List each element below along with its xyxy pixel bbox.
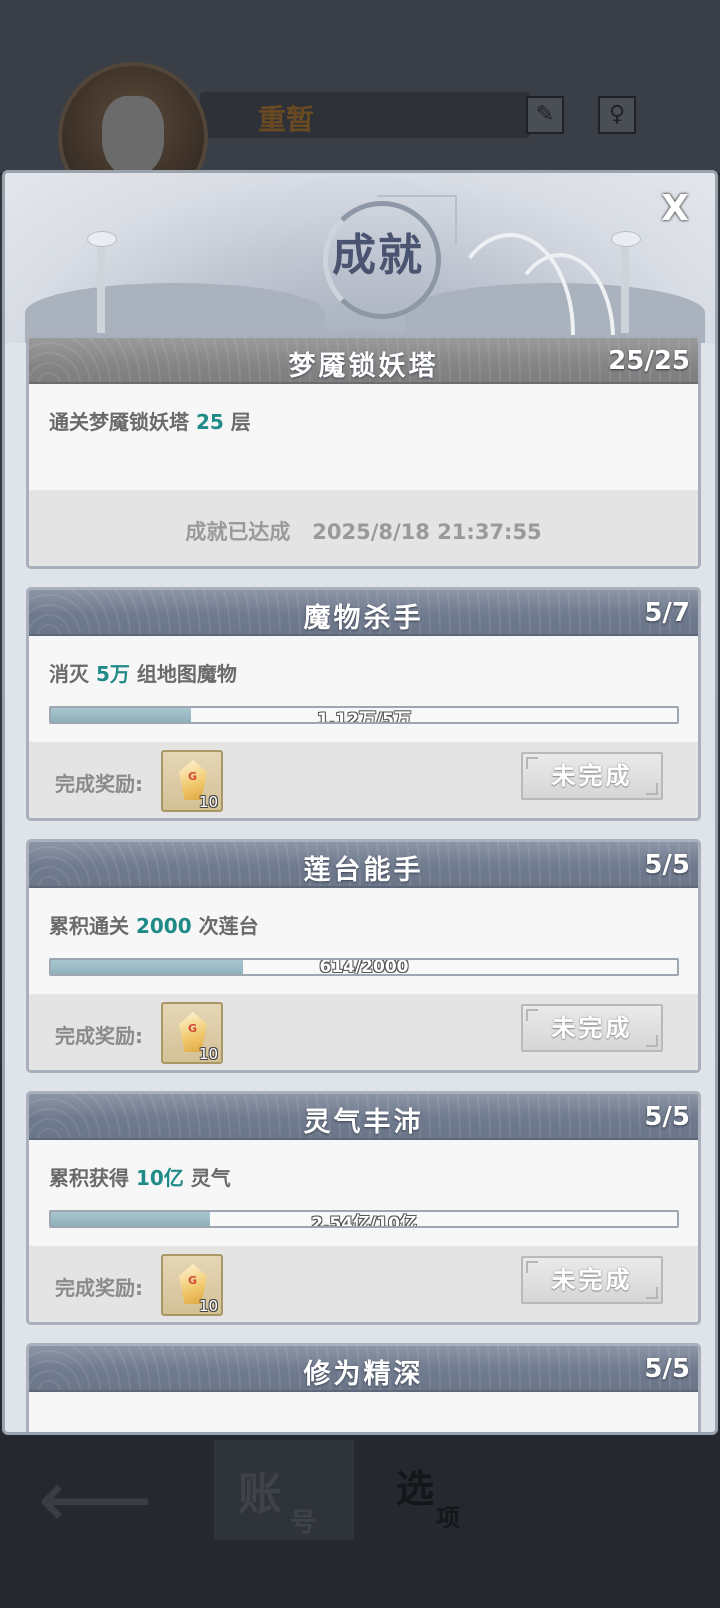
card-title: 梦魇锁妖塔 (288, 351, 439, 382)
card-description: 累积通关 2000 次莲台 (49, 910, 259, 939)
card-header: 莲台能手 5/5 (29, 842, 698, 888)
reward-item[interactable]: 10 (161, 1002, 223, 1064)
card-title: 莲台能手 (303, 855, 424, 886)
card-description: 通关梦魇锁妖塔 25 层 (49, 406, 251, 435)
reward-label: 完成奖励: (55, 1276, 143, 1300)
banner-decoration (25, 283, 325, 343)
reward-label: 完成奖励: (55, 772, 143, 796)
completed-text: 成就已达成 2025/8/18 21:37:55 (185, 520, 542, 544)
close-button[interactable]: X (655, 187, 695, 231)
player-name: 重暂 (258, 103, 315, 136)
progress-text: 1.12万/5万 (317, 710, 411, 724)
card-header: 梦魇锁妖塔 25/25 (29, 338, 698, 384)
reward-quantity: 10 (198, 1045, 218, 1063)
tab-account[interactable]: 账 号 (214, 1440, 354, 1540)
card-count: 5/7 (644, 598, 690, 628)
reward-quantity: 10 (198, 1297, 218, 1315)
desc-value: 5万 (95, 662, 130, 686)
brush-icon[interactable]: ✎ (526, 96, 564, 134)
lamp-decoration (611, 231, 641, 333)
gender-icon[interactable]: ♀ (598, 96, 636, 134)
card-count: 5/5 (644, 1102, 690, 1132)
name-bar (200, 92, 530, 138)
card-body: 累积通关 2000 次莲台 614/2000 (29, 888, 698, 994)
tab-options-label: 选 (396, 1466, 435, 1511)
card-body: 消灭 5万 组地图魔物 1.12万/5万 (29, 636, 698, 742)
card-footer: 成就已达成 2025/8/18 21:37:55 (29, 490, 698, 566)
desc-prefix: 累积通关 (49, 914, 129, 938)
card-footer: 完成奖励: 10 未完成 (29, 994, 698, 1070)
tab-account-label: 账 (238, 1469, 282, 1520)
card-body (29, 1392, 698, 1432)
card-footer: 完成奖励: 10 未完成 (29, 742, 698, 818)
achievement-card: 修为精深 5/5 (26, 1343, 701, 1432)
modal-banner: 成就 (5, 173, 715, 433)
reward-label: 完成奖励: (55, 1024, 143, 1048)
desc-value: 2000 (135, 914, 192, 938)
status-button[interactable]: 未完成 (521, 1256, 663, 1304)
reward-item[interactable]: 10 (161, 1254, 223, 1316)
card-count: 5/5 (644, 1354, 690, 1384)
reward-quantity: 10 (198, 793, 218, 811)
desc-suffix: 次莲台 (198, 914, 259, 938)
progress-bar: 2.54亿/10亿 (49, 1210, 679, 1228)
achievement-card: 梦魇锁妖塔 25/25 通关梦魇锁妖塔 25 层 成就已达成 2025/8/18… (26, 335, 701, 569)
progress-bar: 614/2000 (49, 958, 679, 976)
achievement-card: 魔物杀手 5/7 消灭 5万 组地图魔物 1.12万/5万 完成奖励: 10 未… (26, 587, 701, 821)
avatar-face (102, 96, 164, 176)
card-title: 修为精深 (303, 1359, 424, 1390)
status-button[interactable]: 未完成 (521, 1004, 663, 1052)
progress-text: 614/2000 (319, 958, 409, 976)
card-title: 灵气丰沛 (303, 1107, 424, 1138)
card-count: 25/25 (608, 346, 690, 376)
desc-suffix: 层 (230, 410, 251, 434)
reward-item[interactable]: 10 (161, 750, 223, 812)
card-title: 魔物杀手 (303, 603, 424, 634)
desc-suffix: 组地图魔物 (136, 662, 237, 686)
card-body: 累积获得 10亿 灵气 2.54亿/10亿 (29, 1140, 698, 1246)
lamp-decoration (87, 231, 117, 333)
card-description: 消灭 5万 组地图魔物 (49, 658, 237, 687)
tab-options[interactable]: 选 项 (390, 1440, 530, 1540)
card-count: 5/5 (644, 850, 690, 880)
card-header: 魔物杀手 5/7 (29, 590, 698, 636)
back-arrow-icon[interactable]: ⟵ (38, 1460, 153, 1540)
card-body: 通关梦魇锁妖塔 25 层 (29, 384, 698, 490)
tab-account-label-sub: 号 (290, 1508, 317, 1538)
card-description: 累积获得 10亿 灵气 (49, 1162, 231, 1191)
achievement-card: 灵气丰沛 5/5 累积获得 10亿 灵气 2.54亿/10亿 完成奖励: 10 … (26, 1091, 701, 1325)
achievement-modal: 成就 X 梦魇锁妖塔 25/25 通关梦魇锁妖塔 25 层 成就已达成 2025… (2, 170, 718, 1435)
desc-prefix: 通关梦魇锁妖塔 (49, 410, 189, 434)
status-button[interactable]: 未完成 (521, 752, 663, 800)
desc-value: 25 (195, 410, 224, 434)
desc-prefix: 消灭 (49, 662, 89, 686)
card-header: 修为精深 5/5 (29, 1346, 698, 1392)
desc-prefix: 累积获得 (49, 1166, 129, 1190)
desc-suffix: 灵气 (190, 1166, 231, 1190)
card-footer: 完成奖励: 10 未完成 (29, 1246, 698, 1322)
card-header: 灵气丰沛 5/5 (29, 1094, 698, 1140)
progress-bar: 1.12万/5万 (49, 706, 679, 724)
progress-text: 2.54亿/10亿 (311, 1214, 417, 1228)
desc-value: 10亿 (135, 1166, 184, 1190)
modal-title: 成就 (332, 230, 424, 281)
achievement-card: 莲台能手 5/5 累积通关 2000 次莲台 614/2000 完成奖励: 10… (26, 839, 701, 1073)
tab-options-label-sub: 项 (436, 1503, 460, 1532)
